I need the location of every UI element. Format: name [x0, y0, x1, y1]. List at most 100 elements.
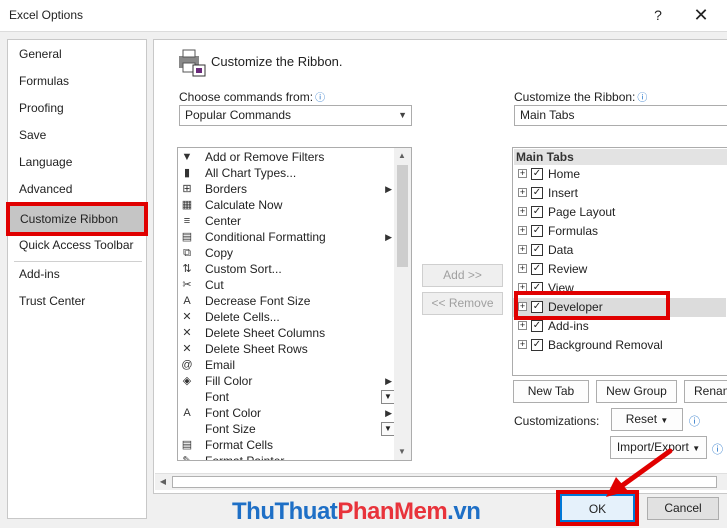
tab-checkbox[interactable]: ✓: [531, 263, 543, 275]
nav-item-add-ins[interactable]: Add-ins: [12, 262, 143, 286]
tab-label: Page Layout: [548, 205, 616, 219]
page-title: Customize the Ribbon.: [211, 54, 343, 69]
expand-icon[interactable]: +: [518, 169, 527, 178]
add-button[interactable]: Add >>: [422, 264, 503, 287]
sort-icon: ⇅: [182, 263, 192, 275]
command-item[interactable]: ✕ Delete Sheet Rows: [178, 341, 396, 357]
center-align-icon: ≡: [183, 215, 191, 227]
customize-ribbon-dropdown[interactable]: Main Tabs: [514, 105, 727, 126]
scroll-down-icon[interactable]: ▼: [394, 444, 410, 460]
command-item[interactable]: ✕ Delete Cells...: [178, 309, 396, 325]
command-item[interactable]: ⇅ Custom Sort...: [178, 261, 396, 277]
command-item[interactable]: Font ▼: [178, 389, 396, 405]
scroll-thumb[interactable]: [397, 165, 408, 267]
new-tab-button[interactable]: New Tab: [513, 380, 589, 403]
format-painter-icon: ✎: [182, 455, 192, 461]
command-item[interactable]: ▤ Format Cells: [178, 437, 396, 453]
ribbon-tab-insert[interactable]: + ✓ Insert: [513, 184, 726, 203]
choose-commands-label: Choose commands from: ⓘ: [179, 90, 326, 104]
rename-button[interactable]: Rename...: [684, 380, 727, 403]
commands-scrollbar[interactable]: ▲ ▼: [394, 148, 411, 460]
command-item[interactable]: A Decrease Font Size: [178, 293, 396, 309]
nav-item-save[interactable]: Save: [12, 123, 143, 147]
tab-checkbox[interactable]: ✓: [531, 320, 543, 332]
command-label: Decrease Font Size: [205, 294, 311, 308]
nav-item-language[interactable]: Language: [12, 150, 143, 174]
remove-button[interactable]: << Remove: [422, 292, 503, 315]
command-label: Format Painter: [205, 454, 285, 461]
nav-item-general[interactable]: General: [12, 42, 143, 66]
command-item[interactable]: @ Email: [178, 357, 396, 373]
expand-icon[interactable]: +: [518, 340, 527, 349]
command-label: Copy: [205, 246, 234, 260]
tab-checkbox[interactable]: ✓: [531, 168, 543, 180]
command-item[interactable]: ✎ Format Painter: [178, 453, 396, 461]
ribbon-tab-formulas[interactable]: + ✓ Formulas: [513, 222, 726, 241]
command-label: Font: [205, 390, 230, 404]
conditional-format-icon: ▤: [181, 231, 193, 243]
command-item[interactable]: ▮ All Chart Types...: [178, 165, 396, 181]
tab-checkbox[interactable]: ✓: [531, 225, 543, 237]
borders-icon: ⊞: [182, 183, 192, 195]
new-group-button[interactable]: New Group: [596, 380, 677, 403]
expand-icon[interactable]: +: [518, 264, 527, 273]
command-item[interactable]: ≡ Center: [178, 213, 396, 229]
scroll-up-icon[interactable]: ▲: [394, 148, 410, 164]
command-label: Borders: [205, 182, 248, 196]
command-label: Font Color: [205, 406, 262, 420]
command-label: Delete Cells...: [205, 310, 280, 324]
nav-item-customize-ribbon[interactable]: Customize Ribbon: [6, 202, 148, 236]
chevron-down-icon: ▼: [692, 444, 701, 453]
command-item[interactable]: ✕ Delete Sheet Columns: [178, 325, 396, 341]
ribbon-tab-data[interactable]: + ✓ Data: [513, 241, 726, 260]
font-size-icon: [180, 422, 194, 436]
info-icon: ⓘ: [712, 444, 723, 456]
command-item[interactable]: Font Size ▼: [178, 421, 396, 437]
chart-icon: ▮: [183, 167, 191, 179]
commands-list[interactable]: ▼ Add or Remove Filters ▮ All Chart Types..…: [177, 147, 412, 461]
reset-dropdown-button[interactable]: Reset ▼: [611, 408, 683, 431]
expand-icon[interactable]: +: [518, 245, 527, 254]
tab-label: Review: [548, 262, 588, 276]
expand-icon[interactable]: +: [518, 321, 527, 330]
command-item[interactable]: A Font Color ▶: [178, 405, 396, 421]
nav-item-quick-access-toolbar[interactable]: Quick Access Toolbar: [12, 233, 143, 257]
developer-highlight: [514, 291, 670, 320]
expand-icon[interactable]: +: [518, 226, 527, 235]
command-label: Custom Sort...: [205, 262, 282, 276]
nav-item-proofing[interactable]: Proofing: [12, 96, 143, 120]
command-item[interactable]: ◈ Fill Color ▶: [178, 373, 396, 389]
nav-item-trust-center[interactable]: Trust Center: [12, 289, 143, 313]
command-item[interactable]: ✂ Cut: [178, 277, 396, 293]
command-label: Calculate Now: [205, 198, 283, 212]
tab-checkbox[interactable]: ✓: [531, 187, 543, 199]
tab-checkbox[interactable]: ✓: [531, 244, 543, 256]
expand-icon[interactable]: +: [518, 207, 527, 216]
command-item[interactable]: ▤ Conditional Formatting ▶: [178, 229, 396, 245]
tab-label: Data: [548, 243, 574, 257]
command-label: Center: [205, 214, 242, 228]
nav-item-formulas[interactable]: Formulas: [12, 69, 143, 93]
command-label: Add or Remove Filters: [205, 150, 325, 164]
choose-commands-dropdown[interactable]: Popular Commands ▼: [179, 105, 412, 126]
tab-checkbox[interactable]: ✓: [531, 206, 543, 218]
tab-label: Formulas: [548, 224, 599, 238]
customizations-label: Customizations:: [514, 414, 600, 428]
command-item[interactable]: ⊞ Borders ▶: [178, 181, 396, 197]
ribbon-tabs-tree[interactable]: Main Tabs + ✓ Home + ✓ Insert + ✓ Page Layout + ✓ F…: [512, 147, 727, 376]
ribbon-tab-home[interactable]: + ✓ Home: [513, 165, 726, 184]
cancel-button[interactable]: Cancel: [647, 497, 719, 520]
command-item[interactable]: ⧉ Copy: [178, 245, 396, 261]
tab-label: Background Removal: [548, 338, 663, 352]
close-button[interactable]: ✕: [689, 4, 713, 26]
scroll-left-icon[interactable]: ◀: [155, 474, 171, 490]
ribbon-tab-page-layout[interactable]: + ✓ Page Layout: [513, 203, 726, 222]
ribbon-tab-review[interactable]: + ✓ Review: [513, 260, 726, 279]
command-item[interactable]: ▦ Calculate Now: [178, 197, 396, 213]
tab-checkbox[interactable]: ✓: [531, 339, 543, 351]
nav-item-advanced[interactable]: Advanced: [12, 177, 143, 201]
ribbon-tab-background-removal[interactable]: + ✓ Background Removal: [513, 336, 726, 355]
command-item[interactable]: ▼ Add or Remove Filters: [178, 149, 396, 165]
help-button[interactable]: ?: [647, 4, 669, 26]
expand-icon[interactable]: +: [518, 188, 527, 197]
